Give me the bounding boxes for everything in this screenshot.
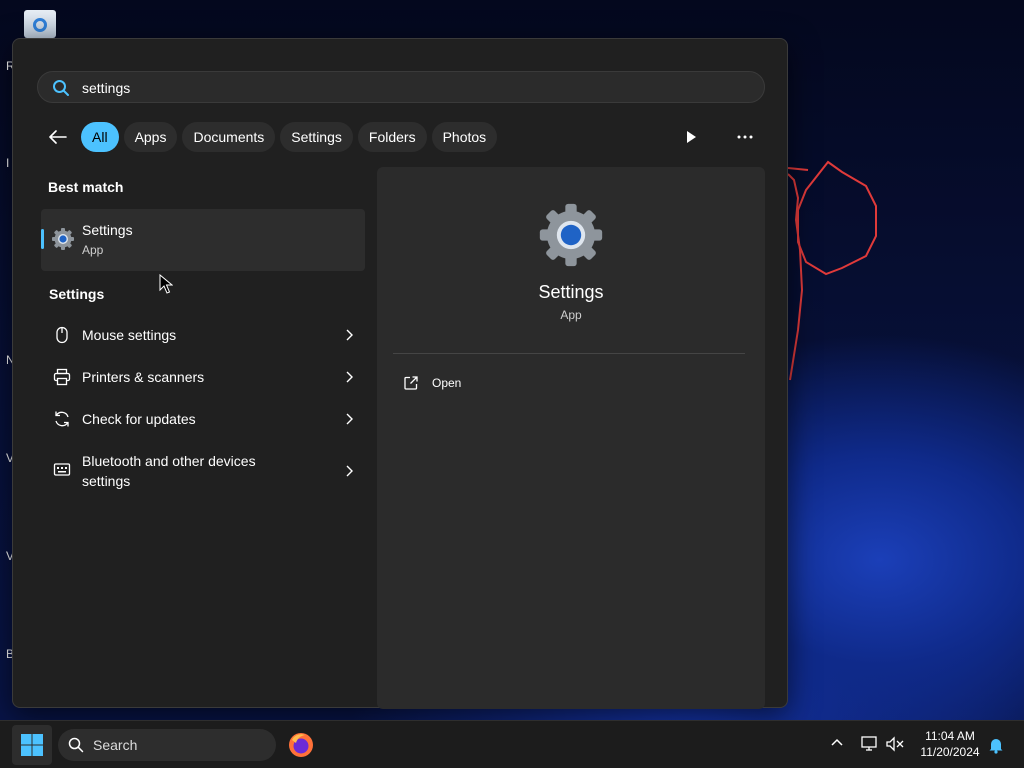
best-match-type: App: [82, 243, 104, 257]
chevron-right-icon: [346, 465, 353, 477]
devices-icon: [53, 463, 71, 476]
chevron-right-icon: [346, 329, 353, 341]
red-scribble-drawing: [787, 160, 877, 381]
firefox-icon[interactable]: [288, 732, 314, 758]
open-label: Open: [432, 376, 462, 390]
filter-bar: All Apps Documents Settings Folders Phot…: [43, 121, 502, 153]
taskbar: Search 11:04 AM 11/20/2024: [0, 720, 1024, 768]
network-icon[interactable]: [860, 735, 880, 753]
mouse-icon: [56, 326, 68, 344]
detail-title: Settings: [538, 282, 604, 302]
result-mouse-settings[interactable]: Mouse settings: [41, 315, 365, 355]
taskbar-search[interactable]: Search: [58, 729, 276, 761]
result-check-for-updates[interactable]: Check for updates: [41, 399, 365, 439]
settings-section-heading: Settings: [49, 286, 105, 302]
best-match-result[interactable]: Settings App: [41, 209, 365, 271]
result-bluetooth-devices[interactable]: Bluetooth and other devices settings: [41, 441, 365, 501]
result-label: Check for updates: [82, 411, 196, 427]
divider: [393, 353, 745, 354]
settings-gear-icon: [539, 203, 603, 267]
chevron-up-icon[interactable]: [830, 737, 844, 747]
clock-time: 11:04 AM: [925, 729, 975, 743]
filter-settings[interactable]: Settings: [280, 122, 353, 152]
search-box[interactable]: [37, 71, 765, 103]
result-label: Mouse settings: [82, 327, 177, 343]
play-icon[interactable]: [681, 127, 701, 147]
filter-folders[interactable]: Folders: [357, 122, 427, 152]
more-options-icon[interactable]: [735, 127, 755, 147]
search-icon: [53, 80, 69, 96]
best-match-name: Settings: [82, 222, 133, 238]
clock-date: 11/20/2024: [920, 745, 980, 759]
result-label: Bluetooth and other devices settings: [82, 453, 256, 489]
windows-logo-icon: [21, 734, 43, 756]
taskbar-search-placeholder: Search: [93, 737, 138, 753]
refresh-icon: [55, 411, 69, 427]
chevron-right-icon: [346, 413, 353, 425]
detail-type: App: [560, 308, 582, 322]
result-detail-pane: Settings App Open: [377, 167, 765, 709]
filter-photos[interactable]: Photos: [431, 122, 498, 152]
result-printers-scanners[interactable]: Printers & scanners: [41, 357, 365, 397]
filter-all[interactable]: All: [81, 122, 119, 152]
desktop-icon-label[interactable]: I: [6, 156, 9, 170]
volume-muted-icon[interactable]: [885, 735, 905, 753]
notification-bell-icon[interactable]: [988, 736, 1004, 754]
open-action[interactable]: Open: [403, 373, 603, 395]
arrow-left-icon: [49, 130, 67, 144]
search-icon: [68, 737, 84, 753]
filter-apps[interactable]: Apps: [123, 122, 178, 152]
system-clock[interactable]: 11:04 AM 11/20/2024: [912, 728, 988, 760]
settings-gear-icon: [52, 228, 74, 250]
chevron-right-icon: [346, 371, 353, 383]
start-button[interactable]: [12, 725, 52, 765]
search-input[interactable]: [80, 76, 744, 100]
open-external-icon: [404, 376, 418, 390]
result-label: Printers & scanners: [82, 369, 205, 385]
recycle-bin-icon[interactable]: [24, 10, 56, 38]
selection-indicator: [41, 229, 44, 249]
start-search-flyout: All Apps Documents Settings Folders Phot…: [12, 38, 788, 709]
back-button[interactable]: [43, 122, 73, 152]
printer-icon: [53, 368, 71, 386]
best-match-heading: Best match: [48, 179, 124, 195]
filter-documents[interactable]: Documents: [182, 122, 276, 152]
mouse-cursor-icon: [159, 274, 173, 294]
